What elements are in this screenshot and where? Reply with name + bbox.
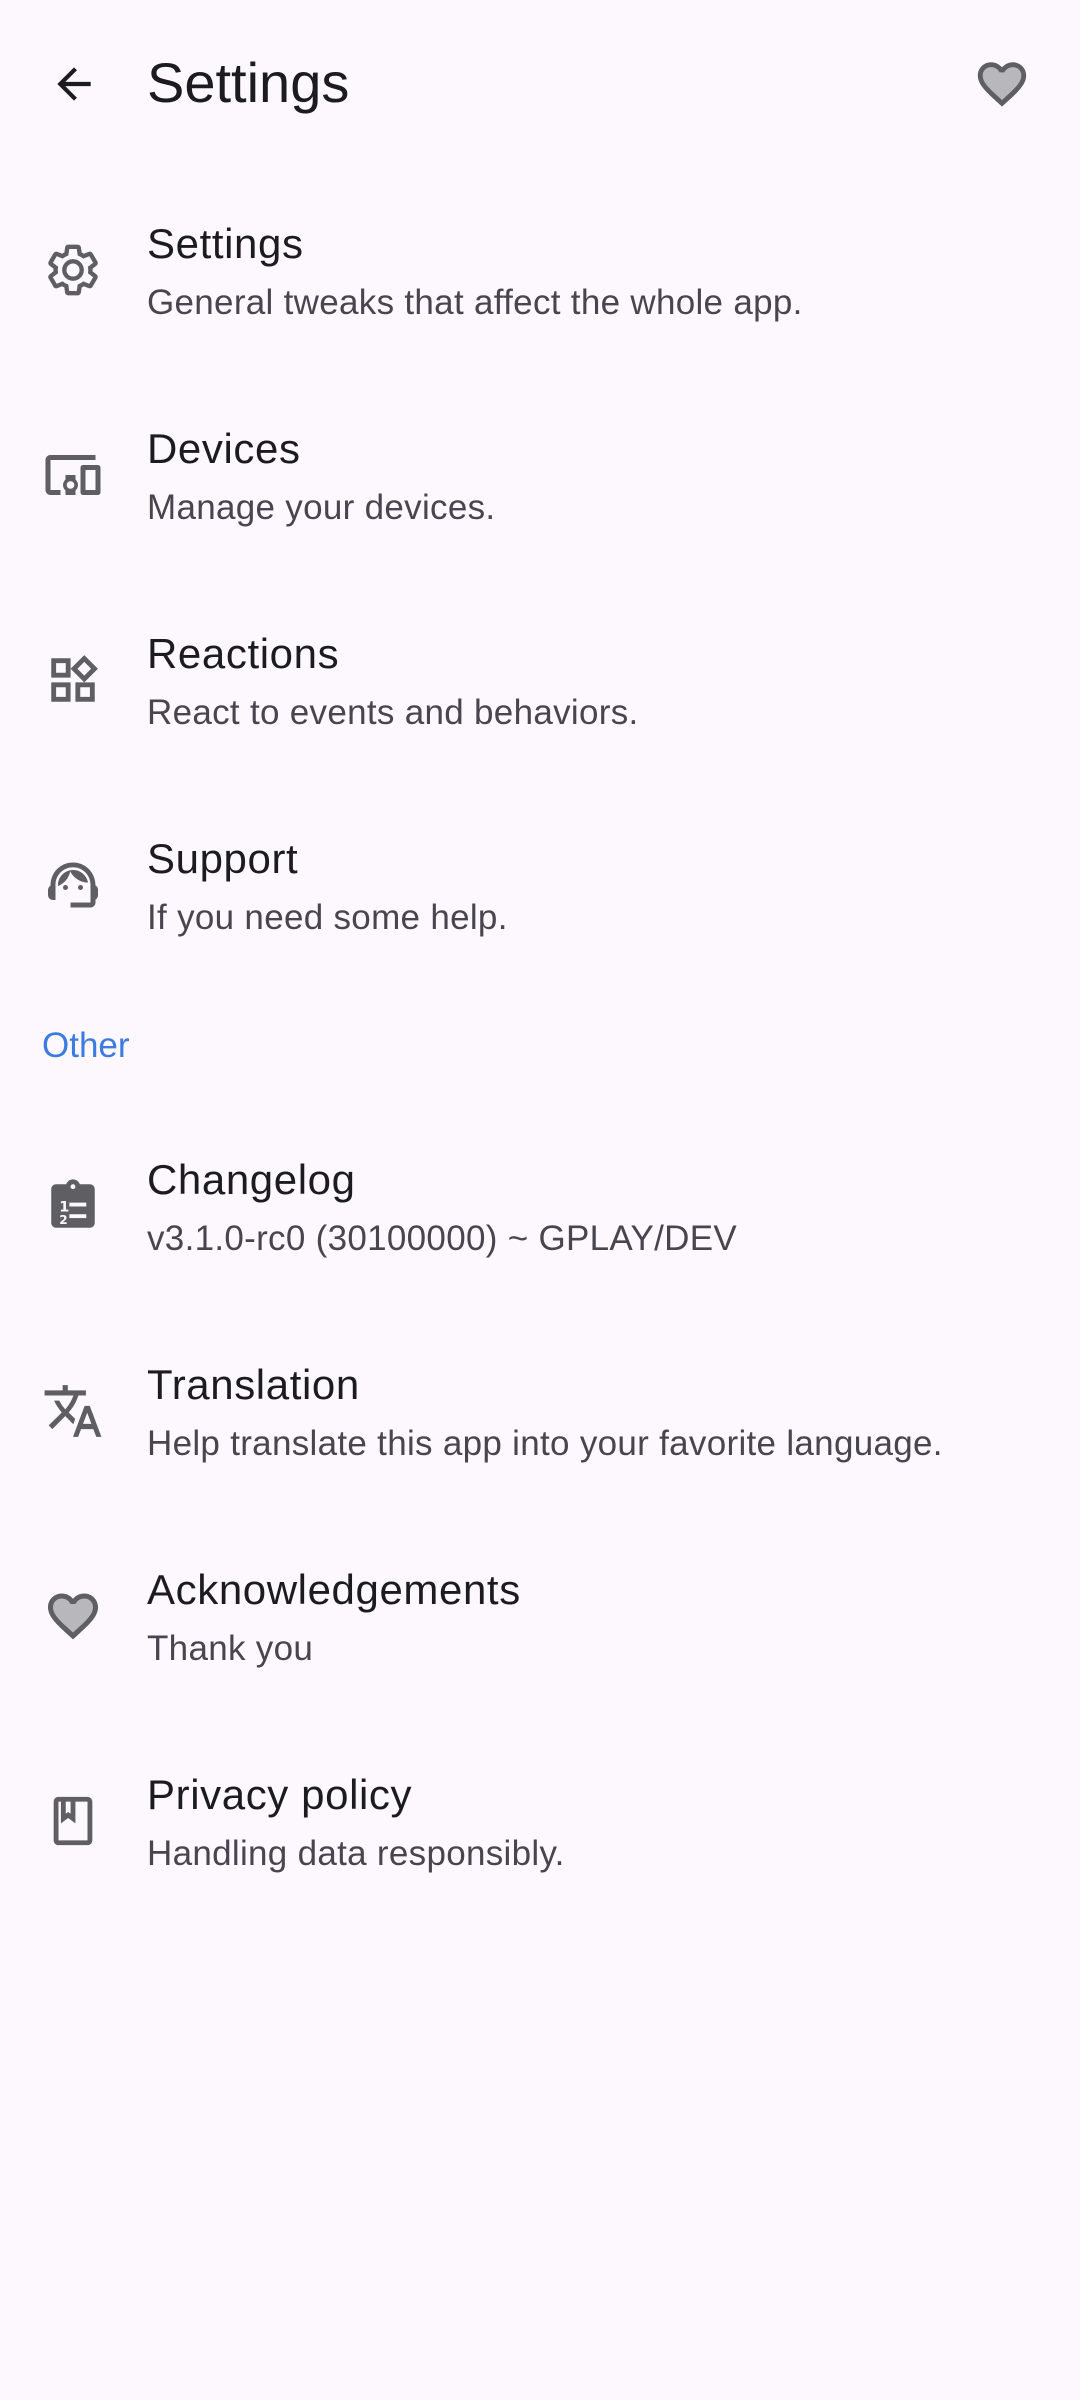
- gear-icon: [38, 235, 108, 305]
- settings-item-acknowledgements[interactable]: Acknowledgements Thank you: [0, 1514, 1080, 1719]
- item-title: Reactions: [147, 630, 340, 677]
- settings-item-devices[interactable]: Devices Manage your devices.: [0, 373, 1080, 578]
- item-subtitle: Manage your devices.: [147, 488, 496, 527]
- arrow-back-icon: [49, 59, 99, 109]
- devices-icon: [38, 440, 108, 510]
- back-button[interactable]: [30, 40, 118, 128]
- page-title: Settings: [147, 51, 350, 114]
- settings-item-translation[interactable]: Translation Help translate this app into…: [0, 1309, 1080, 1514]
- item-title: Translation: [147, 1361, 360, 1408]
- settings-item-support[interactable]: Support If you need some help.: [0, 783, 1080, 988]
- heart-icon: [973, 55, 1031, 113]
- top-app-bar: Settings: [0, 0, 1080, 168]
- item-subtitle: Help translate this app into your favori…: [147, 1424, 943, 1463]
- heart-icon: [38, 1581, 108, 1651]
- item-title: Devices: [147, 425, 301, 472]
- book-icon: [38, 1786, 108, 1856]
- svg-text:2: 2: [59, 1213, 67, 1227]
- item-subtitle: If you need some help.: [147, 898, 508, 937]
- changelog-icon: 1 2: [38, 1171, 108, 1241]
- item-title: Acknowledgements: [147, 1566, 521, 1613]
- settings-item-changelog[interactable]: 1 2 Changelog v3.1.0-rc0 (30100000) ~ GP…: [0, 1104, 1080, 1309]
- settings-item-reactions[interactable]: Reactions React to events and behaviors.: [0, 578, 1080, 783]
- item-subtitle: General tweaks that affect the whole app…: [147, 283, 803, 322]
- translate-icon: [38, 1376, 108, 1446]
- item-subtitle: v3.1.0-rc0 (30100000) ~ GPLAY/DEV: [147, 1219, 737, 1258]
- item-title: Privacy policy: [147, 1771, 413, 1818]
- item-subtitle: Handling data responsibly.: [147, 1834, 565, 1873]
- item-title: Changelog: [147, 1156, 356, 1203]
- favorite-button[interactable]: [958, 40, 1046, 128]
- section-header-other: Other: [42, 1026, 130, 1065]
- widgets-icon: [38, 645, 108, 715]
- item-title: Settings: [147, 220, 304, 267]
- settings-item-privacy-policy[interactable]: Privacy policy Handling data responsibly…: [0, 1719, 1080, 1924]
- item-subtitle: React to events and behaviors.: [147, 693, 639, 732]
- settings-item-general[interactable]: Settings General tweaks that affect the …: [0, 168, 1080, 373]
- support-agent-icon: [38, 850, 108, 920]
- item-subtitle: Thank you: [147, 1629, 314, 1668]
- item-title: Support: [147, 835, 299, 882]
